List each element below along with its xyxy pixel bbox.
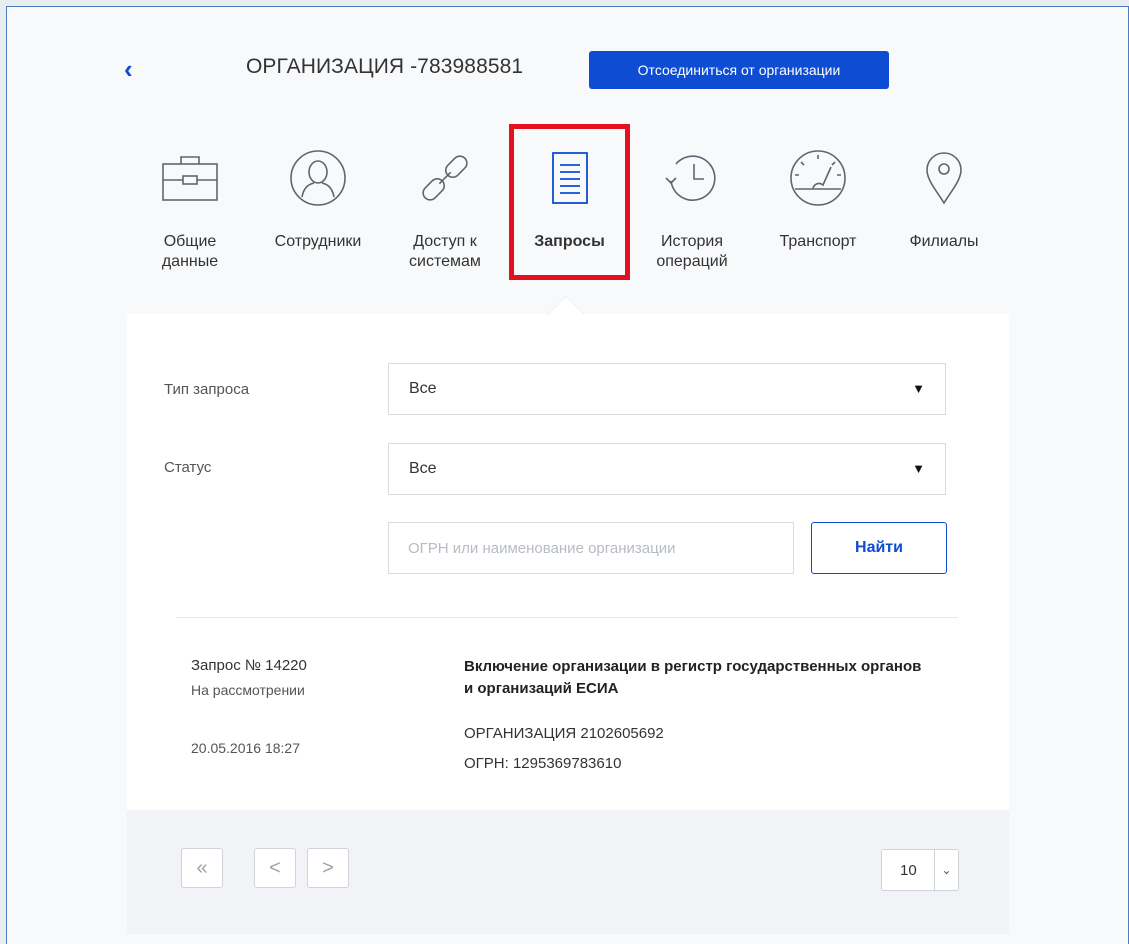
status-value: Все: [409, 460, 437, 477]
tab-operations-history[interactable]: История операций: [644, 145, 740, 272]
dropdown-arrow-icon: ▼: [912, 381, 925, 396]
org-title: ОРГАНИЗАЦИЯ -783988581: [246, 55, 524, 78]
status-select[interactable]: Все ▼: [388, 443, 946, 495]
tab-label: Транспорт: [779, 233, 857, 250]
user-circle-icon: [262, 145, 374, 211]
request-type-value: Все: [409, 380, 437, 397]
status-label: Статус: [164, 459, 212, 476]
chain-link-icon: [392, 145, 498, 211]
find-button[interactable]: Найти: [811, 522, 947, 574]
request-status: На рассмотрении: [191, 682, 305, 698]
disconnect-button[interactable]: Отсоединиться от организации: [589, 51, 889, 89]
tab-general-data[interactable]: Общие данные: [150, 145, 230, 272]
speedometer-icon: [762, 145, 874, 211]
request-org-name: ОРГАНИЗАЦИЯ 2102605692: [464, 725, 664, 742]
prev-page-button[interactable]: <: [254, 848, 296, 888]
tab-system-access[interactable]: Доступ к системам: [392, 145, 498, 272]
tab-label: Общие данные: [161, 233, 219, 270]
tab-requests[interactable]: Запросы: [515, 145, 624, 252]
tab-transport[interactable]: Транспорт: [762, 145, 874, 252]
divider: [176, 617, 958, 618]
tab-branches[interactable]: Филиалы: [894, 145, 994, 252]
tab-label: Запросы: [534, 233, 605, 250]
history-clock-icon: [644, 145, 740, 211]
request-type-label: Тип запроса: [164, 381, 250, 398]
tab-label: Сотрудники: [274, 233, 362, 250]
first-page-button[interactable]: «: [181, 848, 223, 888]
tab-label: История операций: [656, 233, 728, 270]
briefcase-icon: [150, 145, 230, 211]
per-page-value: 10: [900, 862, 917, 879]
dropdown-arrow-icon: ▼: [912, 461, 925, 476]
document-lines-icon: [515, 145, 624, 211]
chevron-down-icon: ⌄: [934, 850, 958, 890]
search-input[interactable]: [388, 522, 794, 574]
back-chevron-icon[interactable]: ‹: [124, 56, 144, 82]
request-title[interactable]: Включение организации в регистр государс…: [464, 656, 934, 700]
next-page-button[interactable]: >: [307, 848, 349, 888]
tab-label: Доступ к системам: [409, 233, 481, 270]
request-type-select[interactable]: Все ▼: [388, 363, 946, 415]
request-number[interactable]: Запрос № 14220: [191, 657, 307, 674]
request-ogrn: ОГРН: 1295369783610: [464, 755, 622, 772]
tab-label: Филиалы: [909, 233, 979, 250]
request-date: 20.05.2016 18:27: [191, 740, 300, 756]
map-pin-icon: [894, 145, 994, 211]
tab-employees[interactable]: Сотрудники: [262, 145, 374, 252]
per-page-select[interactable]: 10 ⌄: [881, 849, 959, 891]
